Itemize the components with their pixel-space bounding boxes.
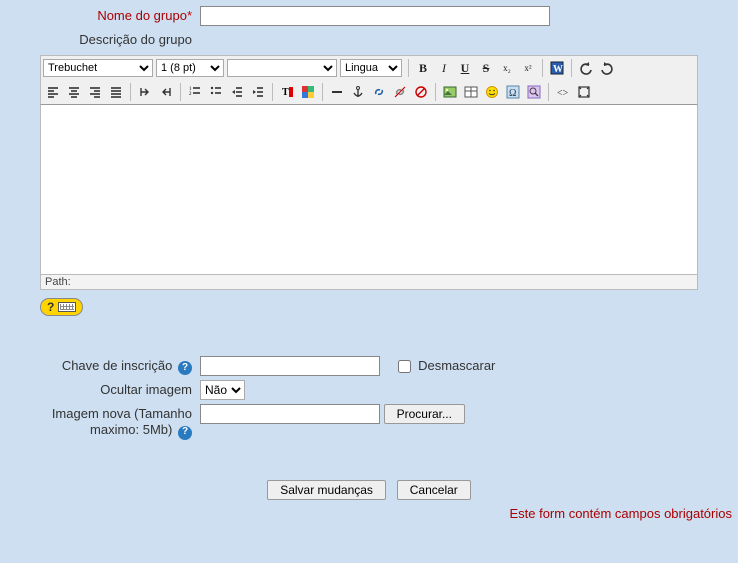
bold-button[interactable]: B [413, 58, 433, 78]
hr-button[interactable] [327, 82, 347, 102]
unmask-checkbox[interactable] [398, 360, 411, 373]
separator [180, 83, 181, 101]
question-icon: ? [47, 300, 54, 314]
svg-text:Ω: Ω [509, 88, 516, 99]
align-justify-button[interactable] [106, 82, 126, 102]
outdent-button[interactable] [227, 82, 247, 102]
rich-text-editor: Trebuchet 1 (8 pt) Lingua B I U S x₂ x² … [40, 55, 698, 290]
separator [571, 59, 572, 77]
keyboard-icon [58, 302, 76, 312]
help-icon[interactable]: ? [178, 361, 192, 375]
new-image-path-input[interactable] [200, 404, 380, 424]
svg-text:T: T [282, 87, 289, 98]
separator [542, 59, 543, 77]
form-actions: Salvar mudanças Cancelar [0, 480, 738, 500]
special-char-button[interactable]: Ω [503, 82, 523, 102]
editor-toolbar-row1: Trebuchet 1 (8 pt) Lingua B I U S x₂ x² … [40, 55, 698, 80]
save-button[interactable]: Salvar mudanças [267, 480, 386, 500]
svg-text:2: 2 [189, 92, 192, 97]
help-icon[interactable]: ? [178, 426, 192, 440]
group-name-input[interactable] [200, 6, 550, 26]
enrollment-key-input[interactable] [200, 356, 380, 376]
separator [130, 83, 131, 101]
unlink-button[interactable] [390, 82, 410, 102]
unmask-label: Desmascarar [418, 358, 495, 373]
nolink-button[interactable] [411, 82, 431, 102]
redo-button[interactable] [597, 58, 617, 78]
strikethrough-button[interactable]: S [476, 58, 496, 78]
ordered-list-button[interactable]: 12 [185, 82, 205, 102]
underline-button[interactable]: U [455, 58, 475, 78]
subscript-button[interactable]: x₂ [497, 58, 517, 78]
browse-button[interactable]: Procurar... [384, 404, 465, 424]
text-color-button[interactable]: T [277, 82, 297, 102]
smiley-button[interactable] [482, 82, 502, 102]
separator [435, 83, 436, 101]
clean-word-button[interactable]: W [547, 58, 567, 78]
rtl-button[interactable] [156, 82, 176, 102]
font-family-select[interactable]: Trebuchet [43, 59, 153, 77]
hide-image-select[interactable]: Não [200, 380, 245, 400]
align-right-button[interactable] [85, 82, 105, 102]
svg-text:W: W [553, 64, 563, 75]
font-size-select[interactable]: 1 (8 pt) [156, 59, 224, 77]
svg-text:<>: <> [557, 88, 569, 99]
style-select[interactable] [227, 59, 337, 77]
align-center-button[interactable] [64, 82, 84, 102]
fullscreen-button[interactable] [574, 82, 594, 102]
editor-toggle-button[interactable]: ? [40, 298, 83, 316]
editor-textarea[interactable] [40, 105, 698, 275]
italic-button[interactable]: I [434, 58, 454, 78]
group-name-label: Nome do grupo* [0, 6, 200, 23]
search-button[interactable] [524, 82, 544, 102]
enrollment-key-label: Chave de inscrição ? [0, 356, 200, 375]
image-button[interactable] [440, 82, 460, 102]
align-left-button[interactable] [43, 82, 63, 102]
undo-button[interactable] [576, 58, 596, 78]
required-fields-note: Este form contém campos obrigatórios [0, 506, 738, 521]
lang-select[interactable]: Lingua [340, 59, 402, 77]
indent-button[interactable] [248, 82, 268, 102]
group-desc-label: Descrição do grupo [0, 30, 200, 47]
link-button[interactable] [369, 82, 389, 102]
unordered-list-button[interactable] [206, 82, 226, 102]
separator [272, 83, 273, 101]
editor-toolbar-row2: 12 T Ω <> [40, 80, 698, 105]
table-button[interactable] [461, 82, 481, 102]
anchor-button[interactable] [348, 82, 368, 102]
bg-color-button[interactable] [298, 82, 318, 102]
editor-path-bar: Path: [40, 275, 698, 290]
hide-image-label: Ocultar imagem [0, 380, 200, 397]
separator [322, 83, 323, 101]
separator [408, 59, 409, 77]
cancel-button[interactable]: Cancelar [397, 480, 471, 500]
source-button[interactable]: <> [553, 82, 573, 102]
separator [548, 83, 549, 101]
new-image-label: Imagem nova (Tamanho maximo: 5Mb) ? [0, 404, 200, 440]
superscript-button[interactable]: x² [518, 58, 538, 78]
ltr-button[interactable] [135, 82, 155, 102]
